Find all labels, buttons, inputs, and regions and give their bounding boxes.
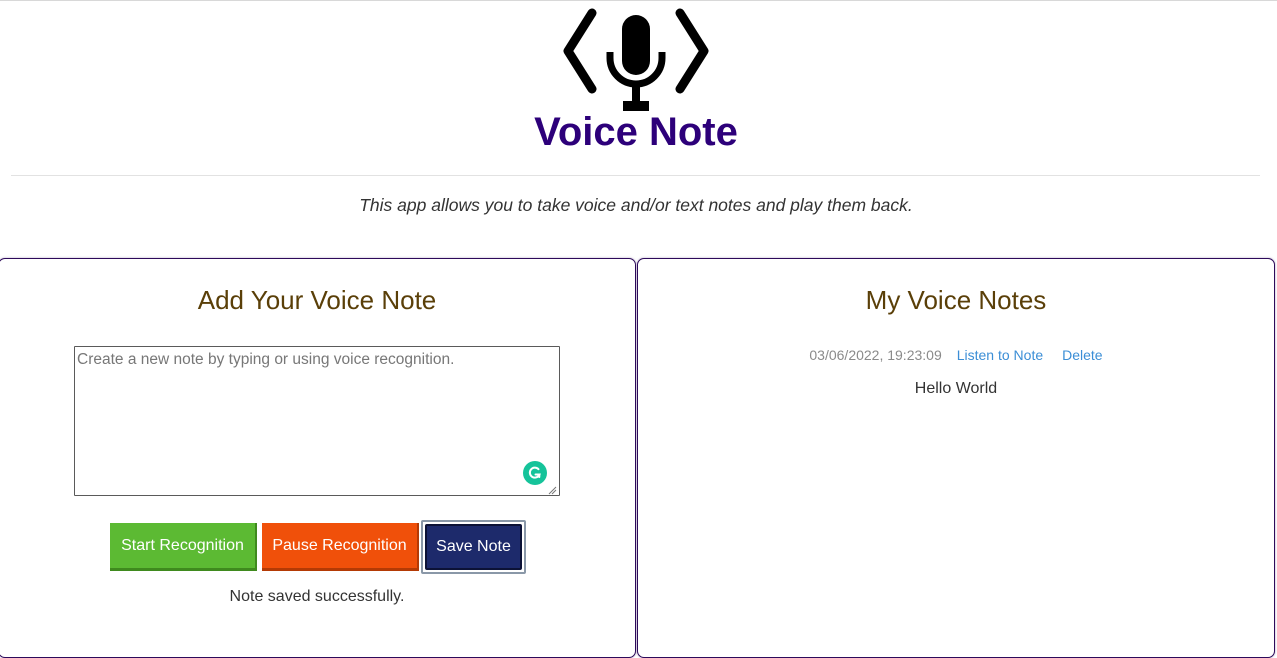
microphone-code-logo-icon xyxy=(563,8,709,111)
status-message: Note saved successfully. xyxy=(229,588,405,605)
listen-to-note-link[interactable]: Listen to Note xyxy=(957,347,1043,363)
resize-grip-icon[interactable] xyxy=(548,486,557,495)
add-note-title: Add Your Voice Note xyxy=(197,285,437,315)
grammarly-icon[interactable] xyxy=(523,461,547,485)
pause-recognition-button[interactable]: Pause Recognition xyxy=(262,523,419,571)
note-textarea[interactable] xyxy=(74,346,560,496)
my-notes-panel: My Voice Notes 03/06/2022, 19:23:09 Liste… xyxy=(637,258,1275,658)
add-note-panel: Add Your Voice Note Start Recognition Pa… xyxy=(0,258,636,658)
my-notes-title: My Voice Notes xyxy=(865,285,1047,315)
app-intro: This app allows you to take voice and/or… xyxy=(359,195,913,215)
start-recognition-button[interactable]: Start Recognition xyxy=(110,523,257,571)
header-divider xyxy=(11,175,1260,176)
note-item-meta: 03/06/2022, 19:23:09 Listen to Note Delete xyxy=(638,347,1274,363)
delete-note-link[interactable]: Delete xyxy=(1062,347,1102,363)
save-note-focus-ring: Save Note xyxy=(421,520,526,574)
note-content: Hello World xyxy=(914,380,998,397)
app-header: Voice Note xyxy=(0,0,1277,176)
note-date: 03/06/2022, 19:23:09 xyxy=(809,347,942,363)
save-note-button[interactable]: Save Note xyxy=(425,524,522,570)
app-title: Voice Note xyxy=(534,110,738,154)
